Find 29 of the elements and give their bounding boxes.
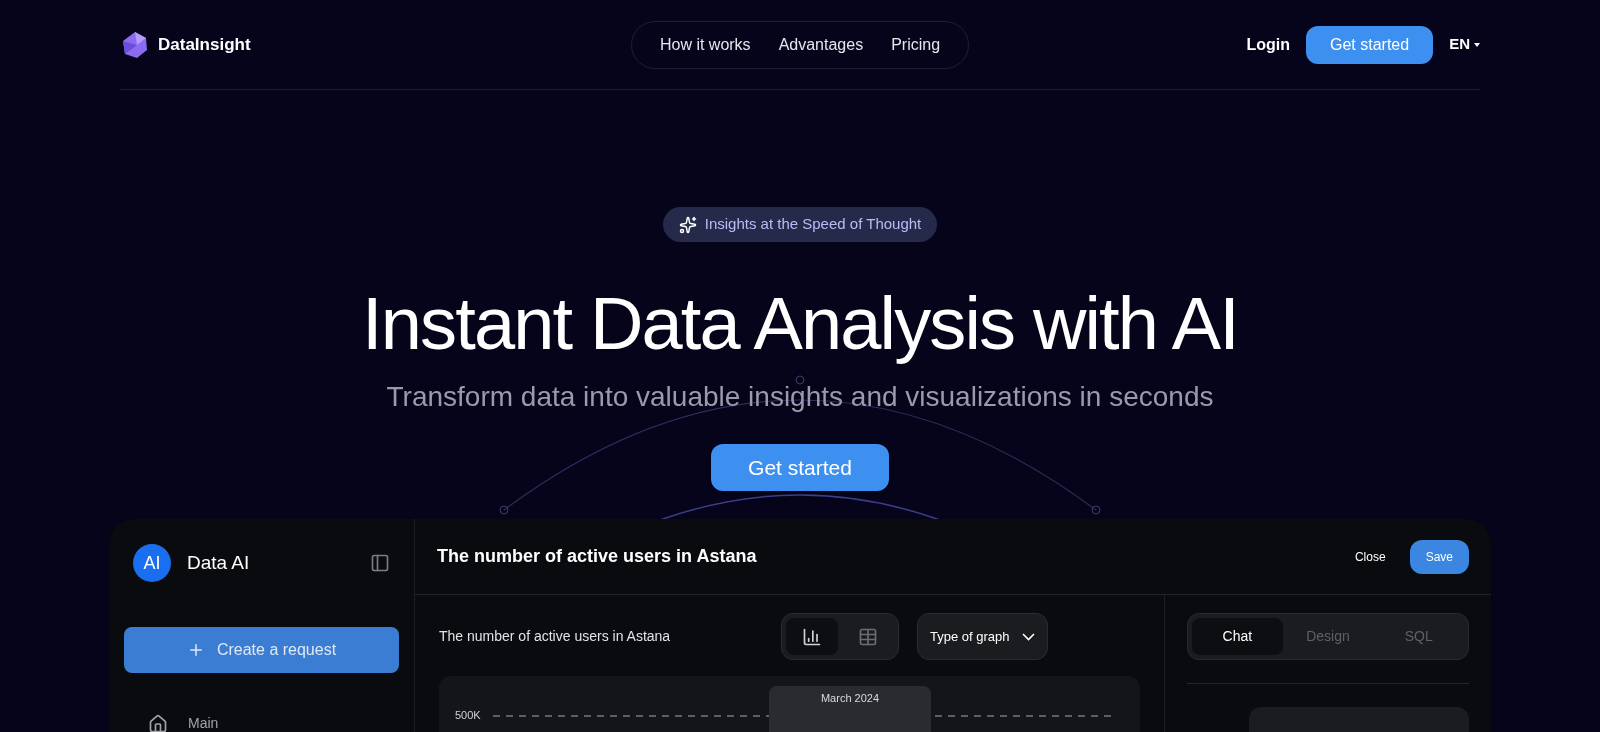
- tooltip-date: March 2024: [820, 692, 880, 706]
- nav-link[interactable]: Pricing: [879, 32, 953, 57]
- graph-type-dropdown[interactable]: Type of graph: [917, 613, 1048, 660]
- sidebar-item[interactable]: Main: [124, 713, 399, 732]
- chevron-down-icon: [1021, 632, 1035, 641]
- nav-link[interactable]: Advantages: [766, 32, 876, 57]
- hero-subtitle: Transform data into valuable insights and visualizations in seconds: [386, 380, 1214, 414]
- hero-title: Instant Data Analysis with AI: [362, 284, 1238, 364]
- close-button[interactable]: Close: [1354, 547, 1386, 566]
- caret-icon: [1474, 42, 1480, 47]
- avatar: AI: [133, 544, 171, 582]
- home-icon: [148, 713, 168, 732]
- report-title: The number of active users in Astana: [437, 545, 757, 568]
- bar-chart-icon: [802, 626, 822, 647]
- brand-name: DataInsight: [158, 33, 251, 56]
- y-axis-label: 500K: [455, 710, 481, 721]
- workspace-name: Data AI: [187, 550, 251, 575]
- sidebar-toggle-icon[interactable]: [370, 553, 390, 573]
- bar-chart-toggle[interactable]: [786, 618, 838, 655]
- sparkles-icon: [678, 215, 697, 234]
- logo-icon: [120, 29, 150, 60]
- nav-link[interactable]: How it works: [647, 32, 763, 57]
- table-icon: [858, 626, 878, 647]
- language-selector[interactable]: EN: [1449, 33, 1480, 56]
- chart-title: The number of active users in Astana: [439, 627, 672, 646]
- login-link[interactable]: Login: [1246, 32, 1290, 57]
- badge-text: Insights at the Speed of Thought: [704, 214, 922, 235]
- tab[interactable]: Chat: [1192, 618, 1283, 655]
- save-button[interactable]: Save: [1409, 539, 1469, 574]
